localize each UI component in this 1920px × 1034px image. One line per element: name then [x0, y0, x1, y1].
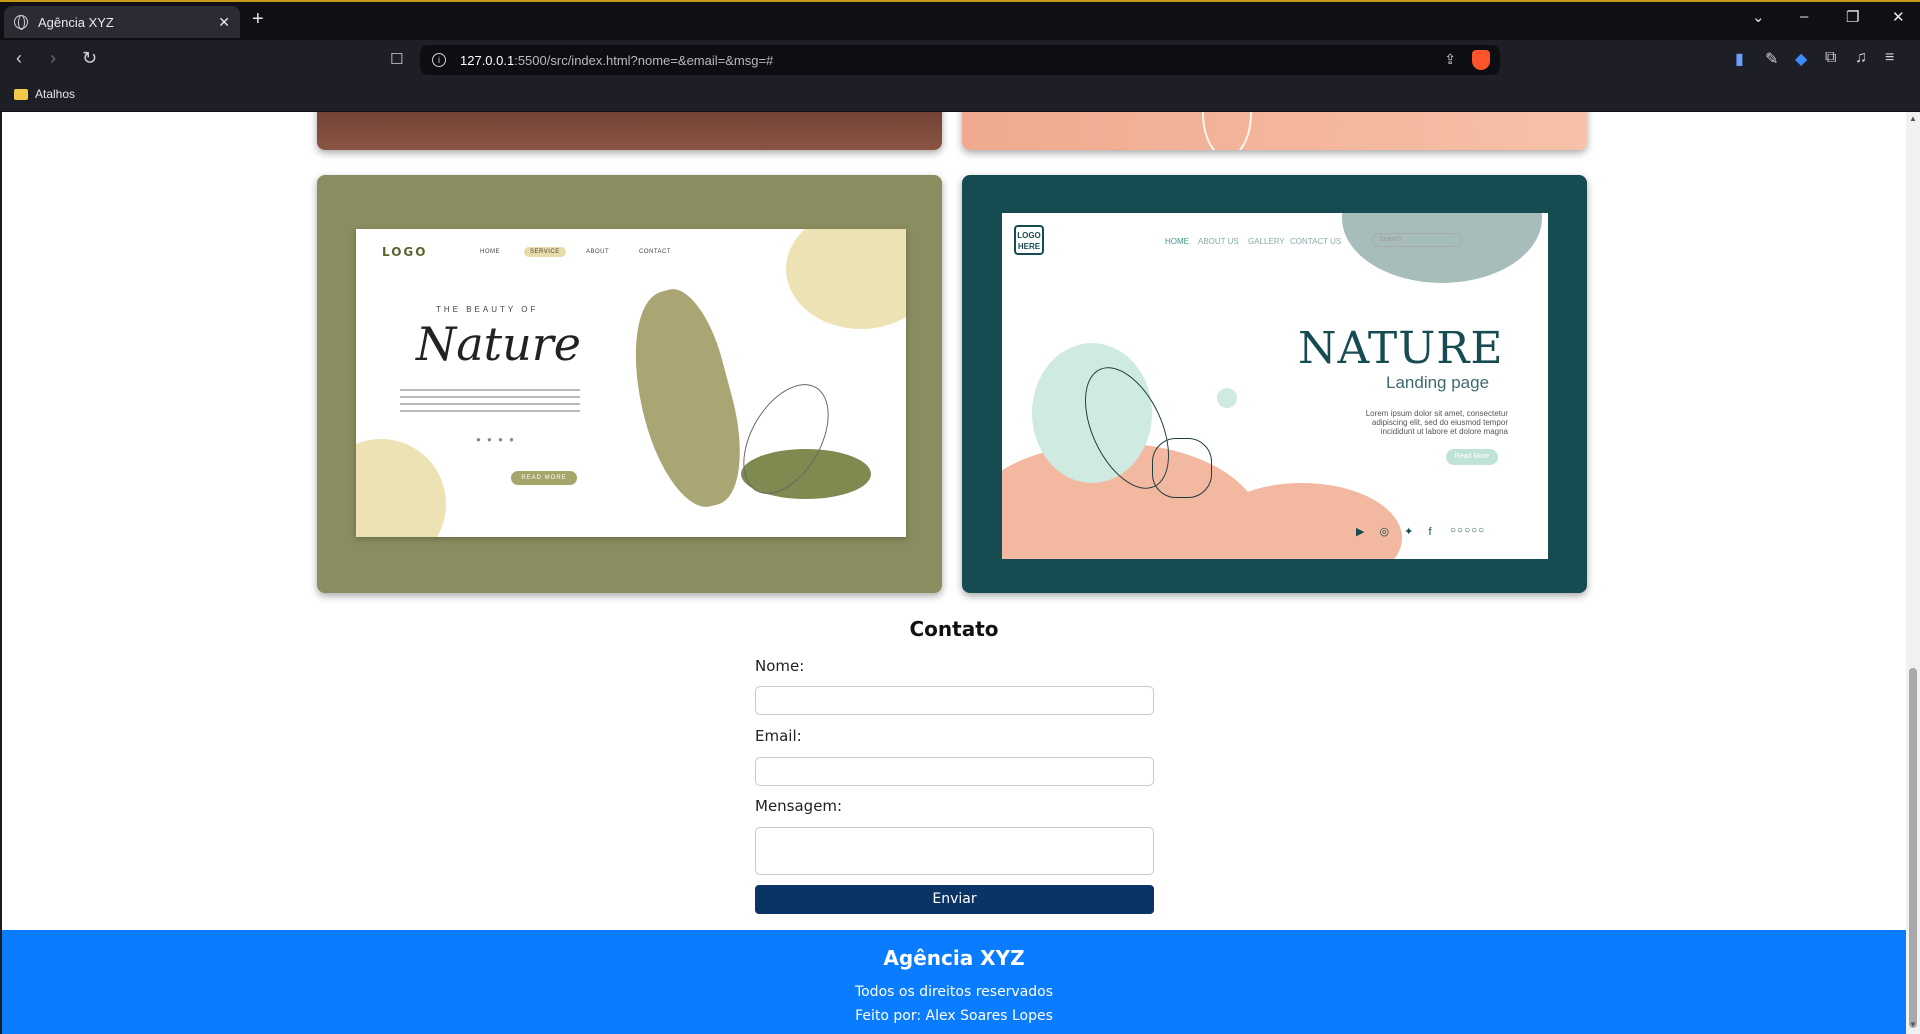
- tab-search-icon[interactable]: ⌄: [1752, 8, 1765, 26]
- address-bar[interactable]: i 127.0.0.1 :5500/src/index.html?nome=&e…: [420, 45, 1500, 75]
- mockup-pagination: ○○○○○: [1450, 525, 1486, 536]
- url-path: :5500/src/index.html?nome=&email=&msg=#: [514, 52, 774, 68]
- message-field[interactable]: [755, 827, 1154, 875]
- extensions-puzzle-icon[interactable]: ⧉: [1825, 49, 1836, 67]
- reload-icon[interactable]: ↻: [82, 48, 97, 69]
- menu-icon[interactable]: ≡: [1885, 49, 1894, 67]
- pen-extension-icon[interactable]: ✎: [1765, 49, 1778, 69]
- footer-author: Feito por: Alex Soares Lopes: [855, 1008, 1053, 1024]
- email-label: Email:: [755, 727, 802, 745]
- footer-agency-name: Agência XYZ: [883, 946, 1025, 970]
- portfolio-card-green[interactable]: LOGO HOME SERVICE ABOUT CONTACT THE BEAU…: [317, 175, 942, 593]
- mockup-read-more-button: Read More: [1446, 449, 1498, 465]
- back-icon[interactable]: ‹: [16, 48, 22, 69]
- scrollbar-thumb[interactable]: [1909, 668, 1917, 1028]
- contact-heading: Contato: [909, 617, 999, 641]
- new-tab-button[interactable]: +: [252, 8, 264, 31]
- decorative-curve: [1202, 112, 1252, 150]
- bookmarks-bar: Atalhos: [0, 80, 1920, 112]
- bookmark-folder-atalhos[interactable]: Atalhos: [14, 87, 75, 101]
- mockup-title: NATURE: [1298, 323, 1504, 374]
- portfolio-card-teal[interactable]: LOGO HERE HOME ABOUT US GALLERY CONTACT …: [962, 175, 1587, 593]
- decorative-blob: [1342, 213, 1542, 283]
- footer-rights: Todos os direitos reservados: [854, 984, 1054, 1000]
- restore-button[interactable]: ❐: [1846, 8, 1859, 26]
- site-info-icon[interactable]: i: [432, 53, 446, 67]
- message-label: Mensagem:: [755, 797, 843, 815]
- tab-bar: Agência XYZ ✕ + ⌄ – ❐ ✕: [0, 0, 1920, 40]
- decorative-dot: [1217, 388, 1237, 408]
- browser-tab[interactable]: Agência XYZ ✕: [4, 6, 240, 38]
- mockup-search: Search: [1372, 233, 1462, 247]
- decorative-blob: [786, 229, 906, 329]
- page-footer: Agência XYZ Todos os direitos reservados…: [2, 930, 1906, 1034]
- mockup-subtitle: THE BEAUTY OF: [436, 305, 539, 314]
- minimize-button[interactable]: –: [1800, 8, 1808, 25]
- globe-icon: [14, 15, 28, 30]
- mockup-read-more-button: READ MORE: [511, 471, 577, 485]
- browser-toolbar: ‹ › ↻ ☐ i 127.0.0.1 :5500/src/index.html…: [0, 40, 1920, 80]
- bookmark-icon[interactable]: ☐: [390, 50, 403, 68]
- mockup-nav-home: HOME: [1165, 237, 1189, 246]
- mockup-subtitle: Landing page: [1386, 373, 1490, 392]
- mockup-nav-gallery: GALLERY: [1248, 237, 1285, 246]
- scroll-up-arrow-icon[interactable]: ▲: [1909, 114, 1917, 123]
- share-icon[interactable]: ⇪: [1444, 51, 1456, 68]
- portfolio-card-peach[interactable]: [962, 112, 1587, 150]
- portfolio-card-brown[interactable]: [317, 112, 942, 150]
- page-viewport: LOGO HOME SERVICE ABOUT CONTACT THE BEAU…: [2, 112, 1906, 1034]
- nature-mockup-teal: LOGO HERE HOME ABOUT US GALLERY CONTACT …: [1002, 213, 1548, 559]
- monstera-outline-illustration: [1152, 438, 1212, 498]
- mockup-lorem: Lorem ipsum dolor sit amet, consectetur …: [1365, 409, 1508, 436]
- bookmark-folder-label: Atalhos: [35, 87, 76, 101]
- mockup-nav-service: SERVICE: [524, 247, 566, 257]
- forward-icon[interactable]: ›: [50, 48, 56, 69]
- mockup-nav-contact: CONTACT US: [1290, 237, 1342, 246]
- name-label: Nome:: [755, 657, 805, 675]
- media-icon[interactable]: ♫: [1855, 49, 1867, 67]
- mockup-lorem-lines: [400, 389, 580, 417]
- close-tab-icon[interactable]: ✕: [218, 14, 230, 31]
- mockup-nav-contact: CONTACT: [639, 249, 672, 255]
- mockup-logo: LOGO: [382, 245, 428, 259]
- mockup-nav-about: ABOUT: [586, 249, 610, 255]
- diamond-extension-icon[interactable]: ◆: [1795, 49, 1807, 69]
- decorative-blob: [356, 439, 446, 537]
- mockup-logo-here: LOGO HERE: [1014, 225, 1044, 255]
- page-scrollbar[interactable]: ▲ ▼: [1906, 112, 1920, 1034]
- mockup-title: Nature: [416, 317, 581, 371]
- wallet-extension-icon[interactable]: ▮: [1735, 49, 1744, 69]
- name-field[interactable]: [755, 686, 1154, 715]
- tab-title: Agência XYZ: [38, 14, 114, 30]
- brave-shields-icon[interactable]: [1472, 50, 1490, 70]
- mockup-nav-about: ABOUT US: [1198, 237, 1239, 246]
- leaf-illustration: [614, 281, 758, 517]
- nature-mockup-green: LOGO HOME SERVICE ABOUT CONTACT THE BEAU…: [356, 229, 906, 537]
- folder-icon: [14, 88, 28, 100]
- submit-button[interactable]: Enviar: [755, 885, 1154, 914]
- email-field[interactable]: [755, 757, 1154, 786]
- window-close-button[interactable]: ✕: [1892, 8, 1905, 26]
- mockup-social-icons: ▶ ◎ ✦ f: [1356, 526, 1438, 538]
- mockup-dots: ● ● ● ●: [476, 435, 516, 444]
- scroll-down-arrow-icon[interactable]: ▼: [1909, 1020, 1917, 1029]
- mockup-nav-home: HOME: [480, 249, 500, 255]
- url-host: 127.0.0.1: [460, 52, 515, 68]
